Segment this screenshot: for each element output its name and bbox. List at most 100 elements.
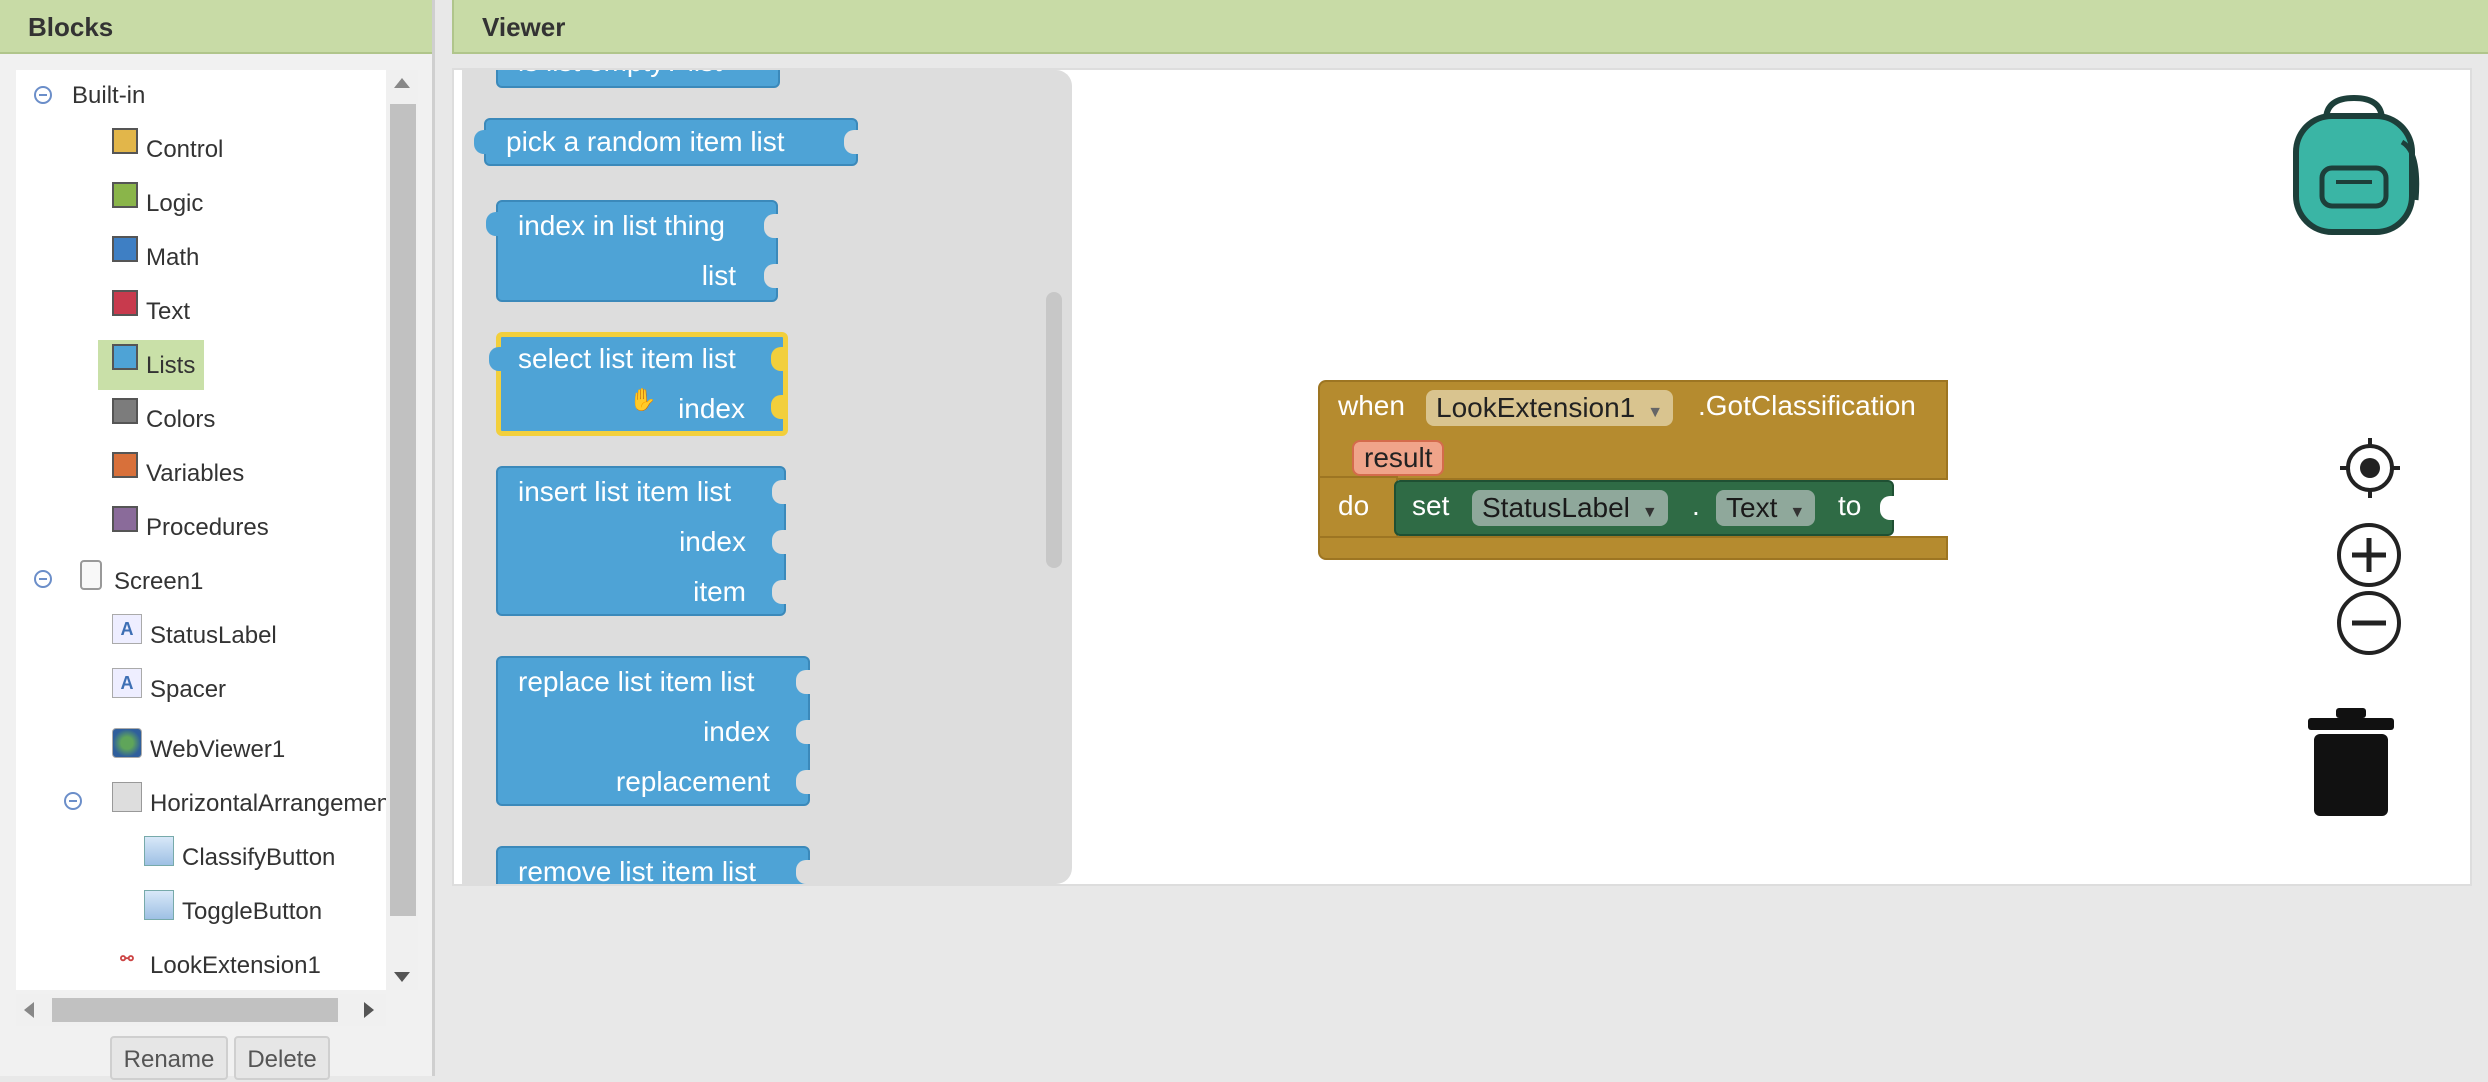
category-text[interactable]: Text [112, 290, 190, 334]
scroll-up-icon[interactable] [394, 78, 410, 88]
dropdown-arrow-icon: ▼ [1647, 404, 1664, 421]
event-name: .GotClassification [1698, 390, 1916, 421]
connector [489, 347, 503, 371]
category-math[interactable]: Math [112, 236, 199, 280]
category-label: Logic [146, 190, 204, 217]
property-dropdown[interactable]: Text ▼ [1716, 490, 1816, 526]
variables-swatch-icon [112, 452, 138, 478]
socket [796, 860, 810, 884]
to-label: to [1838, 490, 1862, 521]
component-label: StatusLabel [150, 622, 277, 649]
setter-block[interactable]: set StatusLabel ▼ . Text ▼ to [1394, 480, 1894, 536]
block-text: insert list item list [518, 476, 732, 507]
tree-item-builtin[interactable]: Built-in [72, 74, 145, 118]
block-remove-list-item[interactable]: remove list item list [496, 846, 810, 884]
event-block-got-classification[interactable]: when LookExtension1 ▼ .GotClassification … [1318, 380, 1948, 560]
socket [772, 480, 786, 504]
target-component-dropdown[interactable]: StatusLabel ▼ [1472, 490, 1668, 526]
block-text: pick a random item list [506, 126, 785, 157]
category-label: Lists [146, 352, 196, 379]
category-lists[interactable]: Lists [112, 344, 195, 388]
button-icon [144, 890, 174, 920]
component-statuslabel[interactable]: A StatusLabel [112, 614, 277, 658]
collapse-screen-icon[interactable] [34, 570, 52, 588]
backpack-icon[interactable] [2286, 92, 2422, 238]
recenter-icon[interactable] [2338, 436, 2402, 500]
math-swatch-icon [112, 236, 138, 262]
block-text: remove list item list [518, 856, 757, 884]
category-variables[interactable]: Variables [112, 452, 244, 496]
scroll-down-icon[interactable] [394, 972, 410, 982]
block-text: is list empty? list [518, 70, 722, 78]
component-lookextension1[interactable]: ⚯ LookExtension1 [112, 944, 321, 988]
category-label: Procedures [146, 514, 269, 541]
socket [771, 395, 785, 419]
delete-button[interactable]: Delete [234, 1036, 330, 1080]
control-swatch-icon [112, 128, 138, 154]
component-webviewer1[interactable]: WebViewer1 [112, 728, 285, 772]
socket [796, 720, 810, 744]
event-block-footer [1318, 536, 1948, 560]
block-text: index [678, 393, 745, 424]
block-index-in-list[interactable]: index in list thing list [486, 200, 778, 302]
component-togglebutton[interactable]: ToggleButton [144, 890, 322, 934]
dropdown-arrow-icon: ▼ [1789, 504, 1806, 521]
component-horizontalarrangement[interactable]: HorizontalArrangemen [112, 782, 386, 826]
block-select-list-item[interactable]: select list item list index ✋ [489, 332, 788, 436]
phone-icon [80, 560, 102, 590]
component-dropdown[interactable]: LookExtension1 ▼ [1426, 390, 1674, 426]
blocks-panel: Blocks Built-in Control Logic Math Text … [0, 0, 435, 1080]
category-control[interactable]: Control [112, 128, 223, 172]
component-label: LookExtension1 [150, 952, 321, 979]
dot-label: . [1692, 490, 1700, 521]
param-name: result [1364, 442, 1433, 473]
component-spacer[interactable]: A Spacer [112, 668, 226, 712]
button-icon [144, 836, 174, 866]
scroll-right-icon[interactable] [364, 1002, 374, 1018]
dropdown-arrow-icon: ▼ [1641, 504, 1658, 521]
hand-cursor-icon: ✋ [629, 387, 657, 412]
block-insert-list-item[interactable]: insert list item list index item [496, 466, 786, 616]
component-label: ToggleButton [182, 898, 323, 925]
block-replace-list-item[interactable]: replace list item list index replacement [496, 656, 810, 806]
component-label: HorizontalArrangemen [150, 790, 386, 817]
category-logic[interactable]: Logic [112, 182, 203, 226]
set-label: set [1412, 490, 1450, 521]
tree-horizontal-scrollbar[interactable] [16, 994, 386, 1026]
collapse-builtin-icon[interactable] [34, 86, 52, 104]
rename-button[interactable]: Rename [110, 1036, 228, 1080]
component-label: Spacer [150, 676, 227, 703]
block-text: select list item list [518, 343, 736, 374]
blocks-tree: Built-in Control Logic Math Text Lists C… [16, 70, 386, 990]
block-is-list-empty[interactable]: is list empty? list [496, 70, 780, 88]
tree-item-screen1[interactable]: Screen1 [80, 560, 203, 604]
zoom-out-icon[interactable] [2334, 588, 2404, 658]
result-parameter[interactable]: result [1352, 440, 1445, 476]
colors-swatch-icon [112, 398, 138, 424]
zoom-in-icon[interactable] [2334, 520, 2404, 590]
label-icon: A [112, 668, 142, 698]
block-pick-random-item[interactable]: pick a random item list [474, 118, 858, 166]
tree-vertical-scroll-thumb[interactable] [390, 104, 416, 916]
value-socket[interactable] [1880, 496, 1894, 520]
category-procedures[interactable]: Procedures [112, 506, 269, 550]
socket [796, 770, 810, 794]
screen-label: Screen1 [114, 568, 204, 595]
scroll-left-icon[interactable] [24, 1002, 34, 1018]
component-classifybutton[interactable]: ClassifyButton [144, 836, 335, 880]
socket [764, 264, 778, 288]
trash-icon[interactable] [2306, 706, 2396, 818]
lists-flyout[interactable]: is list empty? list pick a random item l… [462, 70, 1072, 884]
do-label: do [1338, 490, 1370, 521]
collapse-arrangement-icon[interactable] [64, 792, 82, 810]
component-label: WebViewer1 [150, 736, 286, 763]
category-label: Control [146, 136, 224, 163]
tree-vertical-scrollbar[interactable] [386, 70, 418, 990]
tree-horizontal-scroll-thumb[interactable] [52, 998, 338, 1022]
category-colors[interactable]: Colors [112, 398, 215, 442]
flyout-scrollbar[interactable] [1046, 292, 1062, 568]
property-name: Text [1726, 492, 1778, 523]
connector [474, 130, 488, 154]
component-label: ClassifyButton [182, 844, 336, 871]
when-label: when [1338, 390, 1405, 421]
